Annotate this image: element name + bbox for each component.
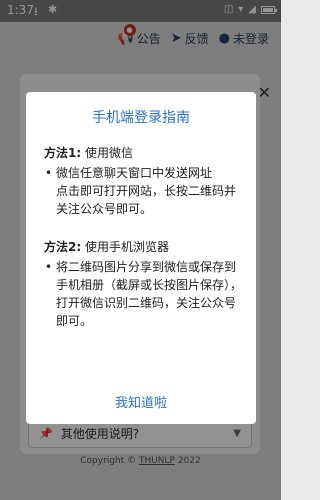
modal-title: 手机端登录指南: [92, 110, 190, 126]
method1-item-line2: 点击即可打开网站，长按二维码并关注公众号即可。: [56, 184, 237, 216]
method2-heading-bold: 方法2:: [44, 240, 82, 254]
method2-heading-text: 使用手机浏览器: [81, 240, 169, 254]
login-guide-modal: 手机端登录指南 方法1: 使用微信 微信任意聊天窗口中发送网址 点击即可打开网站…: [26, 92, 256, 424]
close-icon[interactable]: ✕: [258, 85, 271, 101]
method1-list: 微信任意聊天窗口中发送网址 点击即可打开网站，长按二维码并关注公众号即可。: [44, 164, 244, 218]
method1-heading-text: 使用微信: [81, 146, 133, 160]
method1-item-line1: 微信任意聊天窗口中发送网址: [56, 166, 213, 180]
method1-item: 微信任意聊天窗口中发送网址 点击即可打开网站，长按二维码并关注公众号即可。: [44, 164, 244, 218]
method2-item: 将二维码图片分享到微信或保存到手机相册（截屏或长按图片保存），打开微信识别二维码…: [44, 258, 244, 330]
method1-heading-bold: 方法1:: [44, 146, 82, 160]
method2-heading: 方法2: 使用手机浏览器: [44, 238, 244, 256]
ok-button[interactable]: 我知道啦: [26, 392, 256, 411]
method1-heading: 方法1: 使用微信: [44, 144, 244, 162]
modal-body: 方法1: 使用微信 微信任意聊天窗口中发送网址 点击即可打开网站，长按二维码并关…: [44, 144, 244, 330]
method2-list: 将二维码图片分享到微信或保存到手机相册（截屏或长按图片保存），打开微信识别二维码…: [44, 258, 244, 330]
